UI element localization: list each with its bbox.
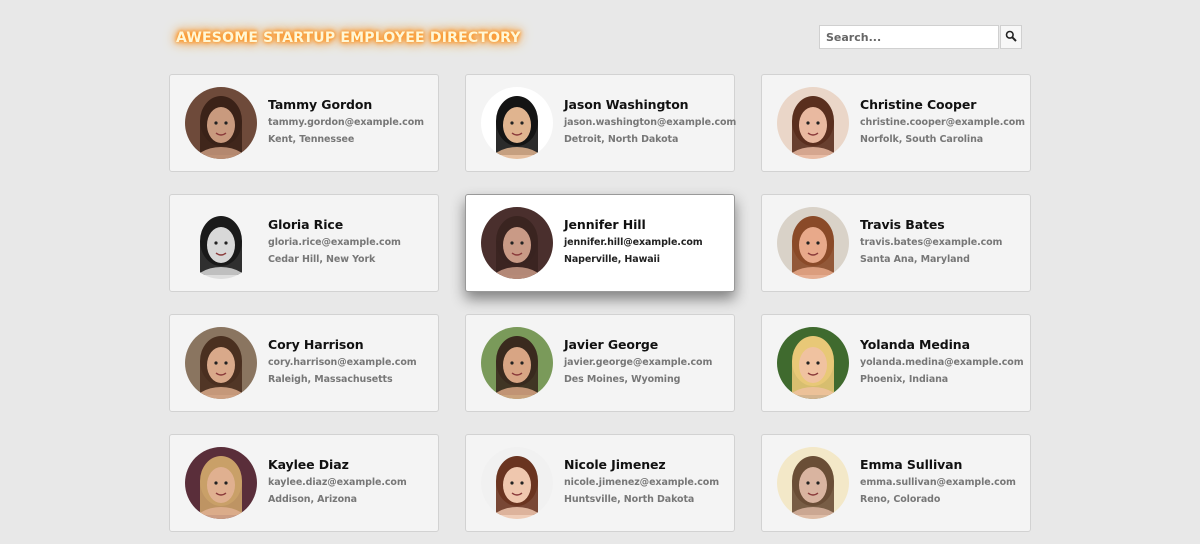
avatar xyxy=(185,447,257,519)
employee-card[interactable]: Kaylee Diaz kaylee.diaz@example.com Addiso… xyxy=(169,434,439,532)
employee-card[interactable]: Travis Bates travis.bates@example.com Sant… xyxy=(761,194,1031,292)
employee-location: Addison, Arizona xyxy=(268,494,357,505)
employee-card[interactable]: Yolanda Medina yolanda.medina@example.com… xyxy=(761,314,1031,412)
employee-info: Emma Sullivan emma.sullivan@example.com Re… xyxy=(860,457,1016,505)
avatar xyxy=(481,327,553,399)
employee-card[interactable]: Christine Cooper christine.cooper@example… xyxy=(761,74,1031,172)
employee-card[interactable]: Tammy Gordon tammy.gordon@example.com Kent… xyxy=(169,74,439,172)
employee-location: Naperville, Hawaii xyxy=(564,254,660,265)
search-button[interactable] xyxy=(1000,25,1022,49)
employee-location: Santa Ana, Maryland xyxy=(860,254,970,265)
employee-location: Cedar Hill, New York xyxy=(268,254,376,265)
employee-email: emma.sullivan@example.com xyxy=(860,477,1016,488)
employee-name: Javier George xyxy=(564,337,659,352)
employee-location: Huntsville, North Dakota xyxy=(564,494,695,505)
employee-email: tammy.gordon@example.com xyxy=(268,117,424,128)
employee-name: Emma Sullivan xyxy=(860,457,963,472)
employee-card[interactable]: Emma Sullivan emma.sullivan@example.com Re… xyxy=(761,434,1031,532)
page-title: AWESOME STARTUP EMPLOYEE DIRECTORY xyxy=(176,30,521,46)
employee-info: Jennifer Hill jennifer.hill@example.com Na… xyxy=(564,217,703,265)
employee-info: Christine Cooper christine.cooper@example… xyxy=(860,97,1025,145)
employee-email: jennifer.hill@example.com xyxy=(564,237,703,248)
employee-info: Cory Harrison cory.harrison@example.com Ra… xyxy=(268,337,417,385)
employee-info: Tammy Gordon tammy.gordon@example.com Kent… xyxy=(268,97,424,145)
search-form xyxy=(819,25,1022,49)
employee-info: Gloria Rice gloria.rice@example.com Cedar … xyxy=(268,217,401,265)
employee-email: christine.cooper@example.com xyxy=(860,117,1025,128)
employee-location: Kent, Tennessee xyxy=(268,134,355,145)
employee-name: Tammy Gordon xyxy=(268,97,373,112)
employee-card[interactable]: Jason Washington jason.washington@example… xyxy=(465,74,736,172)
employee-location: Detroit, North Dakota xyxy=(564,134,679,145)
employee-card[interactable]: Javier George javier.george@example.com De… xyxy=(465,314,735,412)
employee-info: Kaylee Diaz kaylee.diaz@example.com Addiso… xyxy=(268,457,407,505)
employee-info: Yolanda Medina yolanda.medina@example.com… xyxy=(860,337,1024,385)
employee-email: jason.washington@example.com xyxy=(564,117,737,128)
header: AWESOME STARTUP EMPLOYEE DIRECTORY xyxy=(170,24,1030,52)
employee-card[interactable]: Jennifer Hill jennifer.hill@example.com Na… xyxy=(465,194,735,292)
employee-email: kaylee.diaz@example.com xyxy=(268,477,407,488)
employee-email: yolanda.medina@example.com xyxy=(860,357,1024,368)
employee-email: nicole.jimenez@example.com xyxy=(564,477,720,488)
avatar xyxy=(777,87,849,159)
avatar xyxy=(777,327,849,399)
employee-name: Gloria Rice xyxy=(268,217,344,232)
avatar xyxy=(777,207,849,279)
search-input[interactable] xyxy=(819,25,999,49)
avatar xyxy=(481,87,553,159)
avatar xyxy=(481,447,553,519)
employee-email: gloria.rice@example.com xyxy=(268,237,401,248)
avatar xyxy=(185,87,257,159)
employee-location: Des Moines, Wyoming xyxy=(564,374,681,385)
avatar xyxy=(185,327,257,399)
employee-email: cory.harrison@example.com xyxy=(268,357,417,368)
employee-info: Travis Bates travis.bates@example.com Sant… xyxy=(860,217,1002,265)
search-icon xyxy=(1005,30,1017,45)
directory-page: AWESOME STARTUP EMPLOYEE DIRECTORY Tammy… xyxy=(0,0,1200,544)
employee-location: Reno, Colorado xyxy=(860,494,941,505)
employee-name: Jennifer Hill xyxy=(564,217,646,232)
avatar xyxy=(481,207,553,279)
employee-email: javier.george@example.com xyxy=(564,357,713,368)
employee-name: Cory Harrison xyxy=(268,337,364,352)
employee-card[interactable]: Nicole Jimenez nicole.jimenez@example.com… xyxy=(465,434,735,532)
employee-card[interactable]: Cory Harrison cory.harrison@example.com Ra… xyxy=(169,314,439,412)
employee-info: Nicole Jimenez nicole.jimenez@example.com… xyxy=(564,457,719,505)
avatar xyxy=(185,207,257,279)
employee-name: Jason Washington xyxy=(564,97,689,112)
employee-info: Javier George javier.george@example.com De… xyxy=(564,337,712,385)
employee-location: Norfolk, South Carolina xyxy=(860,134,984,145)
employee-name: Nicole Jimenez xyxy=(564,457,666,472)
employee-card[interactable]: Gloria Rice gloria.rice@example.com Cedar … xyxy=(169,194,439,292)
employee-info: Jason Washington jason.washington@example… xyxy=(564,97,736,145)
employee-location: Raleigh, Massachusetts xyxy=(268,374,393,385)
employee-name: Kaylee Diaz xyxy=(268,457,349,472)
employee-name: Yolanda Medina xyxy=(860,337,970,352)
employee-email: travis.bates@example.com xyxy=(860,237,1003,248)
employee-grid: Tammy Gordon tammy.gordon@example.com Kent… xyxy=(169,74,1031,532)
avatar xyxy=(777,447,849,519)
employee-name: Travis Bates xyxy=(860,217,945,232)
employee-name: Christine Cooper xyxy=(860,97,977,112)
employee-location: Phoenix, Indiana xyxy=(860,374,949,385)
